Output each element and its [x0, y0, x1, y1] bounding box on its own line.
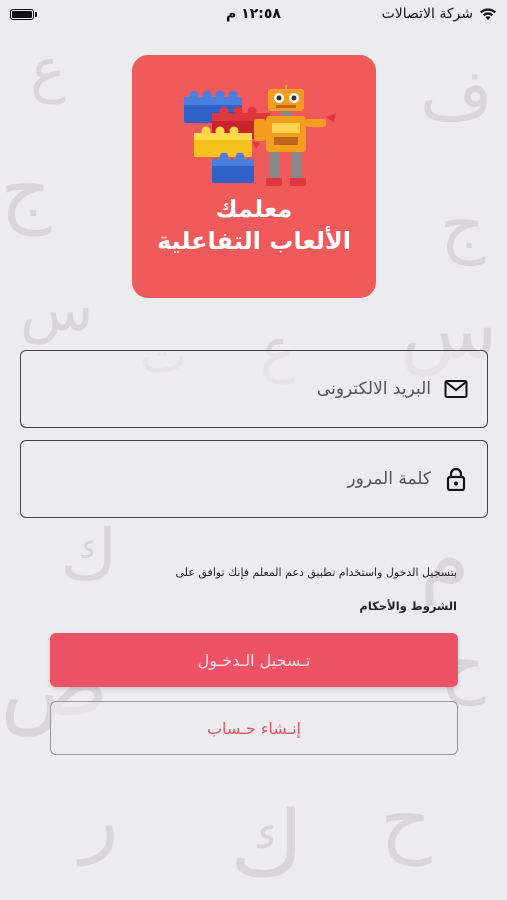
- app-logo: معلمك الألعاب التفاعلية: [132, 55, 376, 298]
- status-time: ١٢:٥٨ م: [226, 6, 281, 22]
- carrier-name: شركة الاتصالات: [381, 6, 473, 22]
- register-button[interactable]: إنـشاء حـساب: [50, 701, 458, 755]
- email-placeholder: البريد الالكترونى: [316, 379, 431, 399]
- password-field[interactable]: كلمة المرور: [20, 440, 488, 518]
- status-bar: ١٢:٥٨ م شركة الاتصالات: [0, 0, 507, 28]
- lock-icon: [443, 466, 469, 492]
- battery-indicator: [10, 8, 37, 20]
- password-placeholder: كلمة المرور: [347, 469, 431, 489]
- email-field[interactable]: البريد الالكترونى: [20, 350, 488, 428]
- login-button[interactable]: تـسجيل الـدخـول: [50, 633, 458, 687]
- terms-link[interactable]: الشروط والأحكام: [359, 599, 457, 613]
- mail-icon: [443, 376, 469, 402]
- battery-cap: [35, 11, 37, 17]
- logo-title-line1: معلمك: [215, 195, 293, 223]
- battery-icon: [10, 8, 34, 20]
- wifi-icon: [480, 8, 496, 20]
- robot-icon: [252, 85, 336, 186]
- terms-notice: بتسجيل الدخول واستخدام تطبيق دعم المعلم …: [175, 566, 457, 579]
- logo-title-line2: الألعاب التفاعلية: [156, 227, 351, 255]
